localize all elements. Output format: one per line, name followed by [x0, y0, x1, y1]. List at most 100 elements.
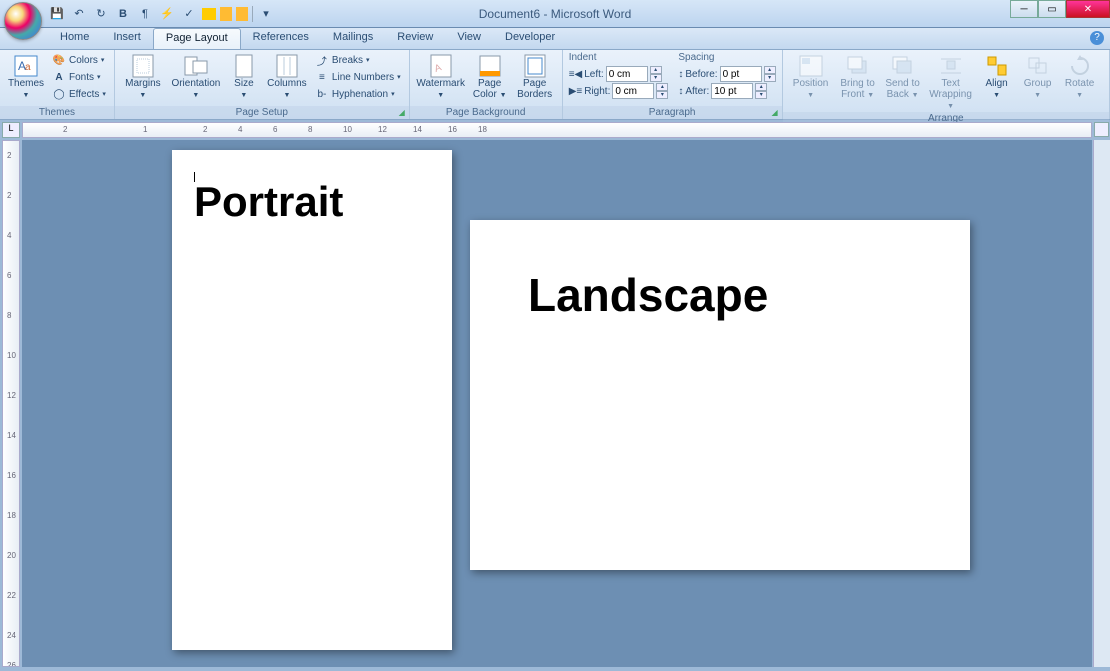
group-page-setup: Margins▼ Orientation▼ Size▼ Columns▼ ⤴Br…: [115, 50, 410, 119]
fonts-icon: A: [52, 70, 66, 84]
tab-home[interactable]: Home: [48, 28, 101, 49]
ruler-tick: 8: [7, 311, 11, 320]
group-paragraph-label: Paragraph◢: [563, 106, 782, 119]
indent-right-spinner[interactable]: ▴▾: [656, 83, 668, 99]
indent-right-icon[interactable]: [236, 7, 248, 21]
bring-front-icon: [844, 54, 872, 78]
align-icon: [983, 54, 1011, 78]
themes-button[interactable]: Aa Themes▼: [6, 52, 46, 101]
ruler-tick: 10: [343, 125, 352, 134]
page-color-label: Page Color: [473, 78, 501, 100]
save-icon[interactable]: 💾: [48, 5, 66, 23]
line-numbers-button[interactable]: ≡Line Numbers ▾: [313, 69, 403, 85]
group-page-setup-label: Page Setup◢: [115, 106, 409, 119]
tab-view[interactable]: View: [445, 28, 493, 49]
tab-mailings[interactable]: Mailings: [321, 28, 385, 49]
page-setup-launcher-icon[interactable]: ◢: [397, 108, 407, 118]
indent-right-input[interactable]: [612, 83, 654, 99]
undo-icon[interactable]: ↶: [70, 5, 88, 23]
group-arrange: Position▼ Bring to Front ▼ Send to Back …: [783, 50, 1110, 119]
ruler-toggle-icon[interactable]: [1094, 122, 1109, 137]
office-button[interactable]: [4, 2, 42, 40]
spacing-after-label: After:: [685, 86, 709, 97]
margins-icon: [129, 54, 157, 78]
redo-icon[interactable]: ↻: [92, 5, 110, 23]
bring-front-button[interactable]: Bring to Front ▼: [837, 52, 879, 101]
spacing-after-input[interactable]: [711, 83, 753, 99]
ruler-tick: 22: [7, 591, 16, 600]
tab-page-layout[interactable]: Page Layout: [153, 28, 241, 49]
tab-review[interactable]: Review: [385, 28, 445, 49]
vertical-scrollbar[interactable]: [1093, 140, 1110, 667]
text-wrapping-button[interactable]: Text Wrapping ▼: [927, 52, 975, 112]
spacing-before-spinner[interactable]: ▴▾: [764, 66, 776, 82]
group-themes: Aa Themes▼ 🎨Colors ▾ AFonts ▾ ◯Effects ▾…: [0, 50, 115, 119]
spellcheck-icon[interactable]: ✓: [180, 5, 198, 23]
spacing-after-spinner[interactable]: ▴▾: [755, 83, 767, 99]
align-button[interactable]: Align▼: [979, 52, 1015, 101]
group-page-background: A Watermark▼ Page Color ▼ Page Borders P…: [410, 50, 563, 119]
hyphenation-button[interactable]: b-Hyphenation ▾: [313, 86, 403, 102]
group-page-bg-label: Page Background: [410, 106, 562, 119]
margins-button[interactable]: Margins▼: [121, 52, 165, 101]
tab-selector[interactable]: L: [2, 122, 20, 138]
columns-button[interactable]: Columns▼: [265, 52, 309, 101]
ruler-tick: 2: [7, 191, 11, 200]
quickprint-icon[interactable]: ⚡: [158, 5, 176, 23]
indent-left-spinner[interactable]: ▴▾: [650, 66, 662, 82]
highlight-icon[interactable]: [202, 8, 216, 20]
page-portrait[interactable]: Portrait: [172, 150, 452, 650]
group-button[interactable]: Group▼: [1019, 52, 1057, 101]
help-icon[interactable]: ?: [1090, 31, 1104, 45]
paragraph-launcher-icon[interactable]: ◢: [770, 108, 780, 118]
minimize-button[interactable]: ─: [1010, 0, 1038, 18]
page-color-button[interactable]: Page Color ▼: [470, 52, 510, 101]
tab-insert[interactable]: Insert: [101, 28, 153, 49]
indent-right-label: Right:: [584, 86, 610, 97]
ruler-tick: 12: [7, 391, 16, 400]
orientation-icon: [182, 54, 210, 78]
pilcrow-icon[interactable]: ¶: [136, 5, 154, 23]
spacing-before-input[interactable]: [720, 66, 762, 82]
tab-references[interactable]: References: [241, 28, 321, 49]
ruler-tick: 8: [308, 125, 312, 134]
vertical-ruler[interactable]: 22468101214161820222426: [2, 140, 20, 667]
fonts-label: Fonts: [69, 72, 94, 83]
maximize-button[interactable]: ▭: [1038, 0, 1066, 18]
rotate-icon: [1066, 54, 1094, 78]
indent-left-icon[interactable]: [220, 7, 232, 21]
orientation-label: Orientation: [171, 78, 220, 89]
qat-customize-icon[interactable]: ▾: [257, 5, 275, 23]
hyphenation-label: Hyphenation: [332, 89, 388, 100]
document-canvas[interactable]: Portrait Landscape: [22, 140, 1092, 667]
size-label: Size: [234, 78, 253, 89]
ruler-tick: 14: [413, 125, 422, 134]
position-button[interactable]: Position▼: [789, 52, 833, 101]
indent-left-label: Left:: [584, 69, 603, 80]
window-title: Document6 - Microsoft Word: [479, 7, 632, 21]
fonts-button[interactable]: AFonts ▾: [50, 69, 108, 85]
send-back-button[interactable]: Send to Back ▼: [883, 52, 923, 101]
ruler-tick: 6: [273, 125, 277, 134]
indent-left-input[interactable]: [606, 66, 648, 82]
bold-icon[interactable]: B: [114, 5, 132, 23]
close-button[interactable]: ✕: [1066, 0, 1110, 18]
watermark-button[interactable]: A Watermark▼: [416, 52, 466, 101]
tab-developer[interactable]: Developer: [493, 28, 567, 49]
breaks-button[interactable]: ⤴Breaks ▾: [313, 52, 403, 68]
orientation-button[interactable]: Orientation▼: [169, 52, 223, 101]
ruler-tick: 20: [7, 551, 16, 560]
effects-button[interactable]: ◯Effects ▾: [50, 86, 108, 102]
rotate-button[interactable]: Rotate▼: [1061, 52, 1099, 101]
size-button[interactable]: Size▼: [227, 52, 261, 101]
page-landscape[interactable]: Landscape: [470, 220, 970, 570]
effects-label: Effects: [69, 89, 99, 100]
horizontal-ruler[interactable]: 2124681012141618: [22, 122, 1092, 138]
page-color-icon: [476, 54, 504, 78]
hyphenation-icon: b-: [315, 87, 329, 101]
page-borders-button[interactable]: Page Borders: [514, 52, 556, 100]
ruler-tick: 12: [378, 125, 387, 134]
spacing-before-icon: ↕: [678, 69, 683, 80]
colors-button[interactable]: 🎨Colors ▾: [50, 52, 108, 68]
line-numbers-label: Line Numbers: [332, 72, 394, 83]
